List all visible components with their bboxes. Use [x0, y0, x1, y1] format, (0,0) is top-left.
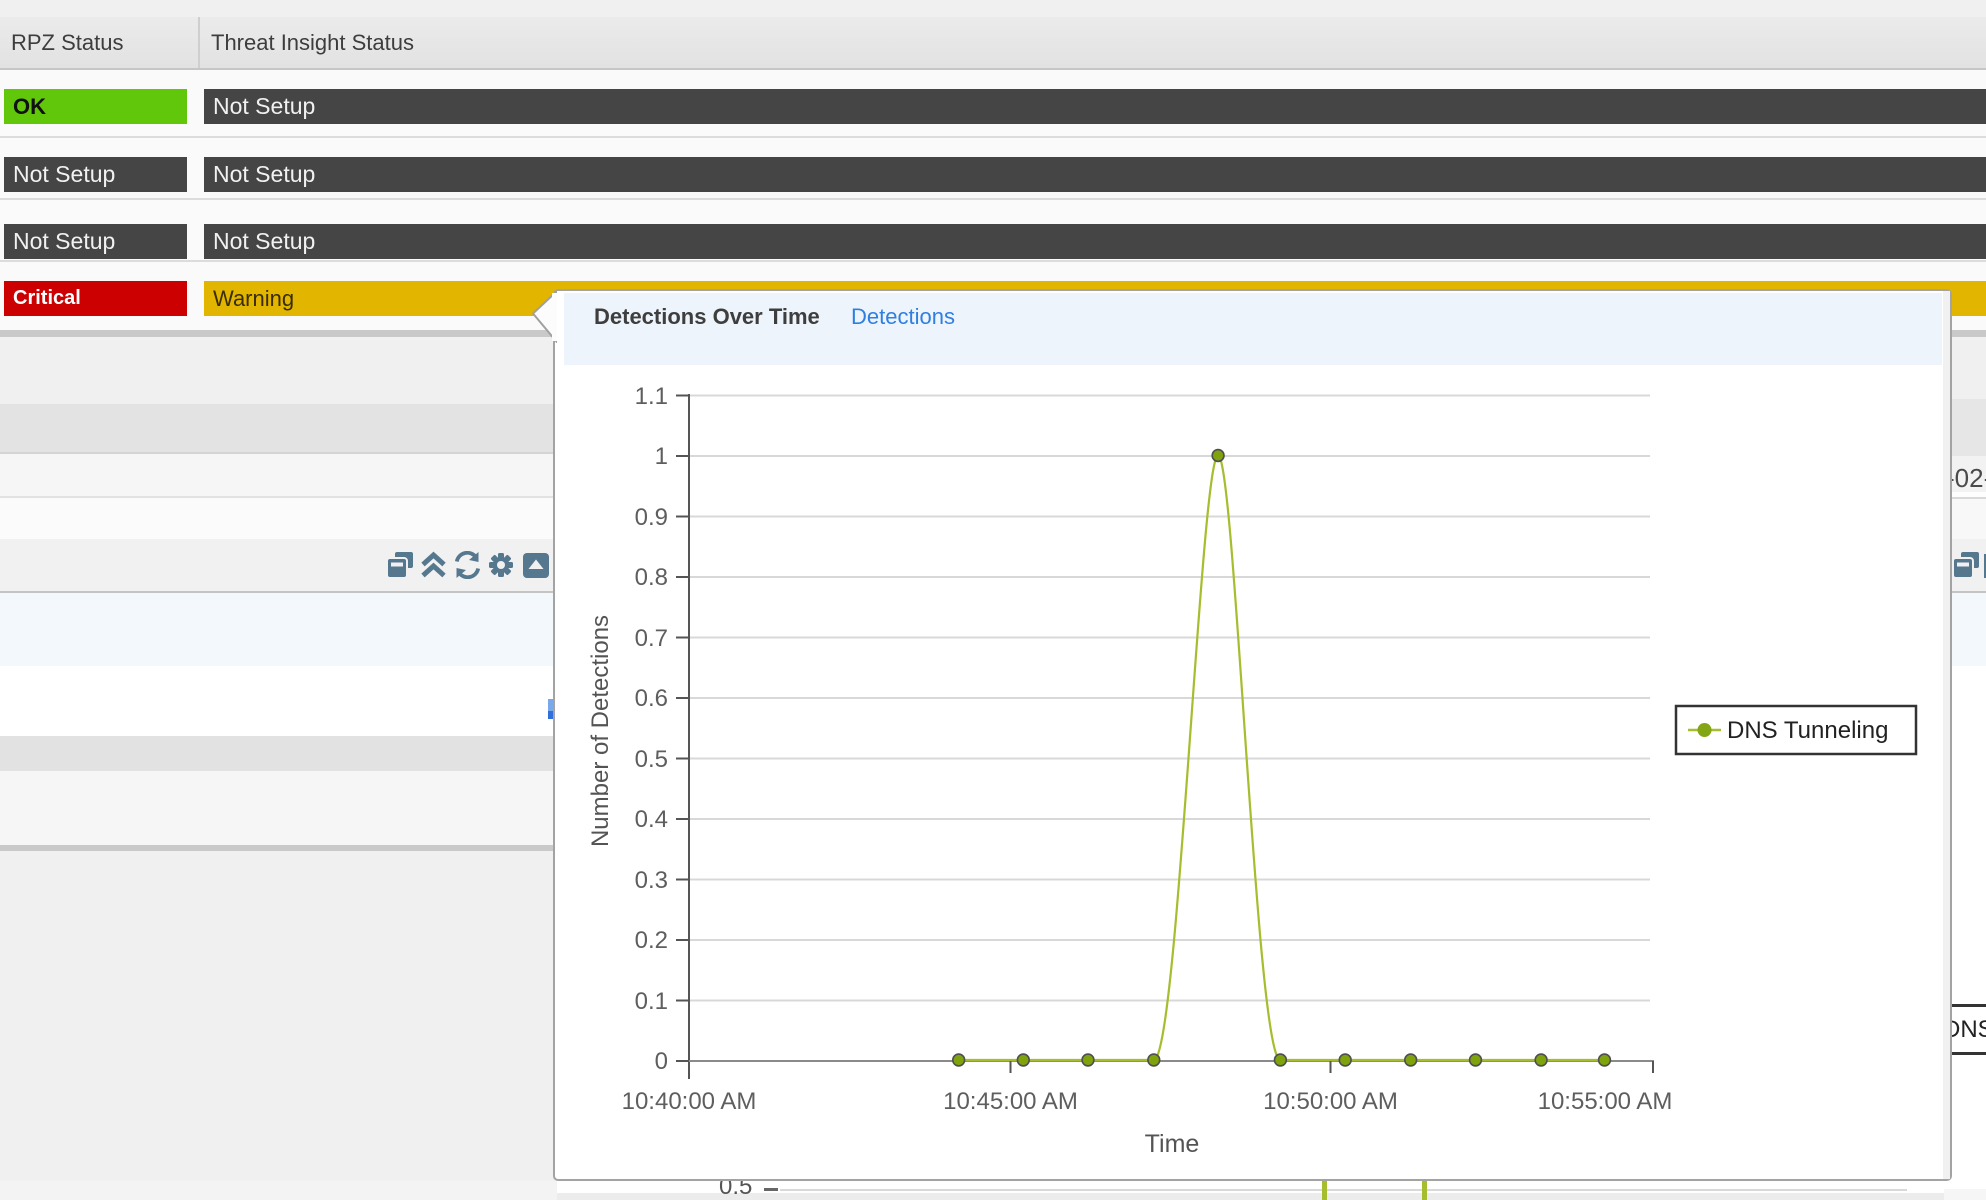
svg-text:10:45:00 AM: 10:45:00 AM — [943, 1088, 1078, 1115]
svg-text:0.4: 0.4 — [635, 806, 668, 833]
svg-text:0.9: 0.9 — [635, 504, 668, 531]
svg-text:10:55:00 AM: 10:55:00 AM — [1538, 1088, 1673, 1115]
svg-text:1: 1 — [655, 443, 668, 470]
svg-text:Time: Time — [1145, 1130, 1200, 1158]
svg-text:Detections Over Time: Detections Over Time — [594, 304, 820, 329]
svg-text:0.6: 0.6 — [635, 685, 668, 712]
svg-text:0.3: 0.3 — [635, 867, 668, 894]
svg-text:10:50:00 AM: 10:50:00 AM — [1263, 1088, 1398, 1115]
svg-text:0.7: 0.7 — [635, 625, 668, 652]
svg-text:0.2: 0.2 — [635, 927, 668, 954]
svg-text:0.1: 0.1 — [635, 988, 668, 1015]
svg-text:0: 0 — [655, 1048, 668, 1075]
svg-text:Number of Detections: Number of Detections — [587, 615, 614, 847]
svg-text:1.1: 1.1 — [635, 383, 668, 410]
svg-text:0.5: 0.5 — [635, 746, 668, 773]
svg-text:DNS Tunneling: DNS Tunneling — [1727, 717, 1888, 744]
svg-text:0.8: 0.8 — [635, 564, 668, 591]
svg-text:10:40:00 AM: 10:40:00 AM — [622, 1088, 757, 1115]
svg-text:Detections: Detections — [851, 304, 955, 329]
